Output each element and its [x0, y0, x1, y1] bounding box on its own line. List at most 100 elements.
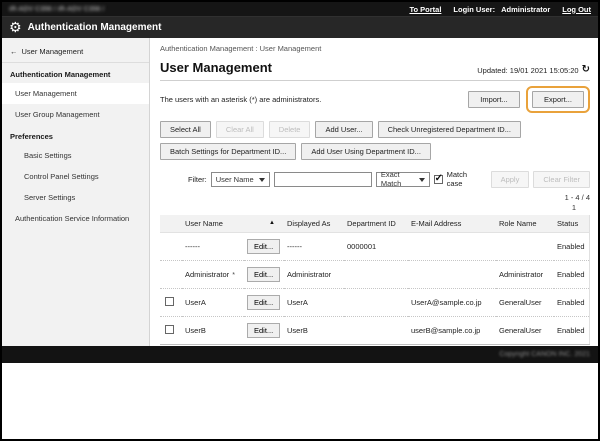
refresh-icon[interactable]: ↻	[582, 65, 590, 75]
cell-status: Enabled	[554, 261, 590, 289]
cell-user-name: Administrator*	[182, 261, 244, 289]
edit-button[interactable]: Edit...	[247, 267, 280, 282]
sidebar-item-authentication-service-information[interactable]: Authentication Service Information	[2, 208, 149, 229]
match-case-label: Match case	[447, 170, 481, 188]
footer-bar: Copyright CANON INC. 2021	[2, 346, 598, 363]
sidebar-item-user-group-management[interactable]: User Group Management	[2, 104, 149, 125]
cell-email	[408, 261, 496, 289]
sidebar-item-basic-settings[interactable]: Basic Settings	[2, 145, 149, 166]
edit-button[interactable]: Edit...	[247, 323, 280, 338]
back-arrow-icon: ←	[10, 47, 18, 56]
sidebar-item-server-settings[interactable]: Server Settings	[2, 187, 149, 208]
column-header-user-name[interactable]: User Name ▲	[182, 215, 284, 233]
sort-ascending-icon: ▲	[269, 220, 275, 226]
table-header-row: User Name ▲ Displayed As Department ID E…	[160, 215, 590, 233]
cell-displayed-as: ------	[284, 233, 344, 261]
table-row: UserA Edit... UserA UserA@sample.co.jp G…	[160, 289, 590, 317]
header-checkbox-column	[160, 215, 182, 233]
cell-displayed-as: Administrator	[284, 261, 344, 289]
column-header-role-name[interactable]: Role Name	[496, 215, 554, 233]
breadcrumb: Authentication Management : User Managem…	[160, 44, 590, 53]
chevron-down-icon	[259, 178, 265, 182]
row-checkbox[interactable]	[165, 325, 174, 334]
toolbar-row-1: Select All Clear All Delete Add User... …	[160, 121, 590, 138]
column-header-department-id[interactable]: Department ID	[344, 215, 408, 233]
copyright-blurred: Copyright CANON INC. 2021	[499, 351, 590, 358]
delete-button: Delete	[269, 121, 311, 138]
page-number: 1	[160, 203, 590, 213]
import-button[interactable]: Import...	[468, 91, 520, 108]
table-row: ------ Edit... ------ 0000001 Enabled	[160, 233, 590, 261]
login-user-value: Administrator	[501, 5, 550, 14]
sidebar-back-user-management[interactable]: ←User Management	[2, 41, 149, 63]
check-unregistered-department-id-button[interactable]: Check Unregistered Department ID...	[378, 121, 521, 138]
edit-button[interactable]: Edit...	[247, 239, 280, 254]
add-user-using-department-id-button[interactable]: Add User Using Department ID...	[301, 143, 431, 160]
title-row: User Management Updated: 19/01 2021 15:0…	[160, 60, 590, 81]
cell-status: Enabled	[554, 289, 590, 317]
app-title-bar: ⚙ Authentication Management	[2, 16, 598, 38]
cell-role-name: GeneralUser	[496, 289, 554, 317]
note-row: The users with an asterisk (*) are admin…	[160, 86, 590, 113]
list-range: 1 - 4 / 4	[160, 193, 590, 203]
browser-page: iR-ADV C356 / iR-ADV C356 / To Portal Lo…	[0, 0, 600, 441]
cell-displayed-as: UserB	[284, 317, 344, 345]
gear-icon: ⚙	[9, 21, 22, 35]
log-out-link[interactable]: Log Out	[562, 5, 591, 14]
cell-status: Enabled	[554, 233, 590, 261]
admin-asterisk: *	[232, 272, 235, 279]
cell-email: UserA@sample.co.jp	[408, 289, 496, 317]
sidebar-section-preferences: Preferences	[2, 125, 149, 145]
main-content: Authentication Management : User Managem…	[150, 38, 598, 346]
cell-email: userB@sample.co.jp	[408, 317, 496, 345]
cell-status: Enabled	[554, 317, 590, 345]
sidebar-section-authentication-management: Authentication Management	[2, 63, 149, 83]
column-header-displayed-as[interactable]: Displayed As	[284, 215, 344, 233]
match-case-checkbox[interactable]	[434, 175, 443, 184]
sidebar-item-control-panel-settings[interactable]: Control Panel Settings	[2, 166, 149, 187]
clear-all-button: Clear All	[216, 121, 264, 138]
batch-settings-for-department-id-button[interactable]: Batch Settings for Department ID...	[160, 143, 296, 160]
import-export-group: Import... Export...	[468, 86, 590, 113]
cell-department-id: 0000001	[344, 233, 408, 261]
add-user-button[interactable]: Add User...	[315, 121, 372, 138]
column-header-status[interactable]: Status	[554, 215, 590, 233]
sidebar-item-user-management[interactable]: User Management	[2, 83, 149, 104]
cell-user-name: ------	[182, 233, 244, 261]
filter-field-select[interactable]: User Name	[211, 172, 270, 187]
edit-button[interactable]: Edit...	[247, 295, 280, 310]
cell-department-id	[344, 261, 408, 289]
filter-keyword-input[interactable]	[274, 172, 372, 187]
page-title: User Management	[160, 60, 272, 75]
cell-displayed-as: UserA	[284, 289, 344, 317]
apply-button: Apply	[491, 171, 530, 188]
admin-asterisk-note: The users with an asterisk (*) are admin…	[160, 95, 321, 104]
login-user: Login User: Administrator	[453, 5, 550, 14]
cell-email	[408, 233, 496, 261]
cell-department-id	[344, 317, 408, 345]
cell-user-name: UserB	[182, 317, 244, 345]
table-row: Administrator* Edit... Administrator Adm…	[160, 261, 590, 289]
pagination-top: 1 - 4 / 4 1	[160, 193, 590, 213]
cell-department-id	[344, 289, 408, 317]
cell-user-name: UserA	[182, 289, 244, 317]
row-checkbox[interactable]	[165, 297, 174, 306]
top-bar: iR-ADV C356 / iR-ADV C356 / To Portal Lo…	[2, 2, 598, 16]
top-links: To Portal Login User: Administrator Log …	[409, 5, 591, 14]
sidebar: ←User Management Authentication Manageme…	[2, 38, 150, 346]
chevron-down-icon	[419, 178, 425, 182]
table-row: UserB Edit... UserB userB@sample.co.jp G…	[160, 317, 590, 345]
device-name-blurred: iR-ADV C356 / iR-ADV C356 /	[9, 6, 104, 13]
to-portal-link[interactable]: To Portal	[409, 5, 441, 14]
filter-label: Filter:	[188, 175, 207, 184]
app-title: Authentication Management	[28, 22, 162, 33]
page-body: ←User Management Authentication Manageme…	[2, 38, 598, 346]
column-header-email[interactable]: E-Mail Address	[408, 215, 496, 233]
cell-role-name	[496, 233, 554, 261]
export-button[interactable]: Export...	[532, 91, 584, 108]
filter-match-select[interactable]: Exact Match	[376, 172, 430, 187]
filter-row: Filter: User Name Exact Match Match case…	[188, 170, 590, 188]
select-all-button[interactable]: Select All	[160, 121, 211, 138]
clear-filter-button: Clear Filter	[533, 171, 590, 188]
export-highlight-callout: Export...	[526, 86, 590, 113]
